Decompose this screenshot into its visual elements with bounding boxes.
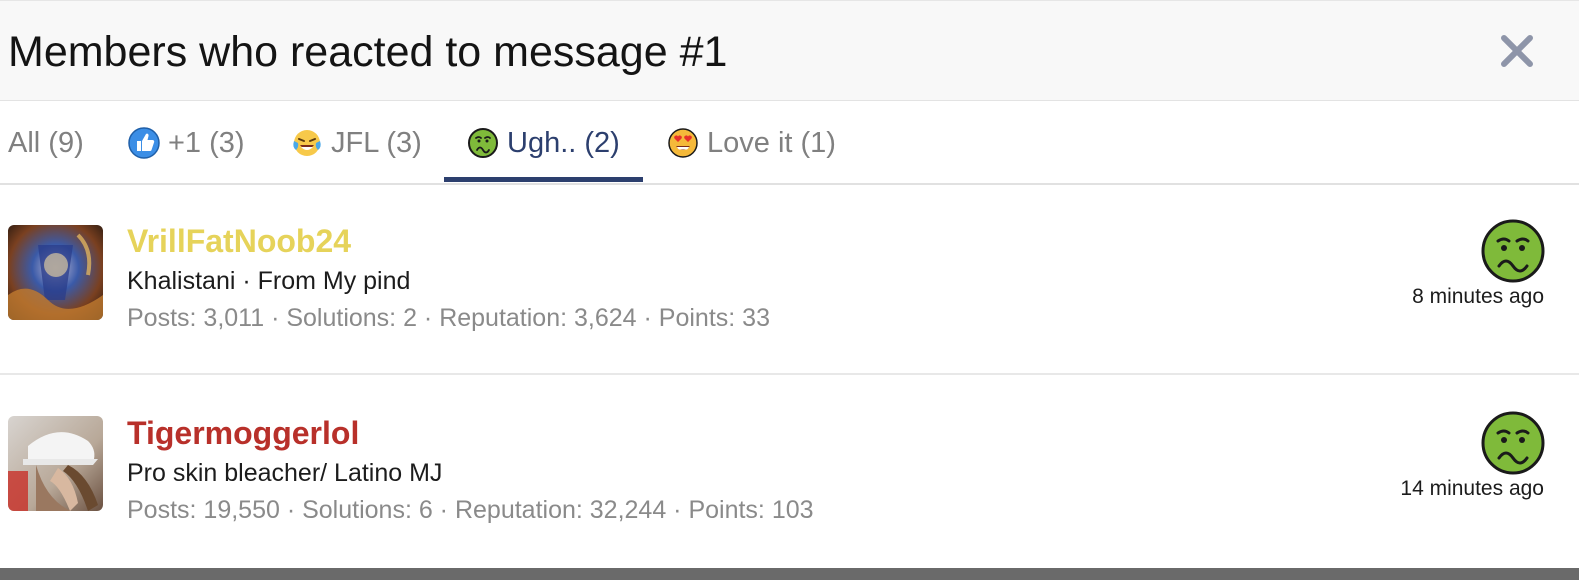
bottom-divider: [0, 568, 1579, 580]
reaction-badge: [1481, 219, 1545, 283]
nauseated-face-icon: [468, 128, 498, 158]
username-link[interactable]: VrillFatNoob24: [127, 223, 351, 260]
avatar[interactable]: [8, 416, 103, 511]
reaction-badge: [1481, 411, 1545, 475]
tab-plus-one[interactable]: +1 (3): [128, 101, 245, 183]
reaction-time: 14 minutes ago: [1400, 477, 1544, 500]
tab-label: JFL (3): [331, 126, 422, 159]
username-link[interactable]: Tigermoggerlol: [127, 415, 359, 452]
thumbs-up-icon: [128, 127, 160, 159]
tab-label: Love it (1): [707, 126, 836, 159]
close-icon: [1501, 35, 1533, 67]
reaction-time: 8 minutes ago: [1412, 285, 1544, 308]
active-tab-indicator: [444, 177, 643, 182]
tab-label: All (9): [8, 126, 84, 159]
tab-jfl[interactable]: JFL (3): [291, 101, 422, 183]
nauseated-face-icon: [1481, 411, 1545, 475]
member-row: Tigermoggerlol Pro skin bleacher/ Latino…: [0, 377, 1579, 567]
user-stats: Posts: 19,550 · Solutions: 6 · Reputatio…: [127, 496, 814, 524]
tab-label: +1 (3): [168, 126, 245, 159]
laughing-crying-icon: [293, 130, 321, 156]
close-button[interactable]: [1499, 33, 1535, 69]
nauseated-face-icon: [1481, 219, 1545, 283]
avatar[interactable]: [8, 225, 103, 320]
tab-ugh[interactable]: Ugh.. (2): [467, 101, 620, 183]
user-stats: Posts: 3,011 · Solutions: 2 · Reputation…: [127, 304, 770, 332]
user-title: Khalistani · From My pind: [127, 267, 411, 295]
member-row: VrillFatNoob24 Khalistani · From My pind…: [0, 185, 1579, 375]
tab-all[interactable]: All (9): [8, 101, 84, 183]
reaction-tabs: All (9) +1 (3) JFL (3) Ugh.. (2) Love it…: [0, 101, 1579, 185]
tab-label: Ugh.. (2): [507, 126, 620, 159]
reactions-dialog: Members who reacted to message #1 All (9…: [0, 0, 1579, 580]
tab-love-it[interactable]: Love it (1): [667, 101, 836, 183]
heart-eyes-icon: [668, 128, 698, 158]
user-title: Pro skin bleacher/ Latino MJ: [127, 459, 443, 487]
dialog-header: Members who reacted to message #1: [0, 0, 1579, 101]
dialog-title: Members who reacted to message #1: [8, 28, 728, 76]
